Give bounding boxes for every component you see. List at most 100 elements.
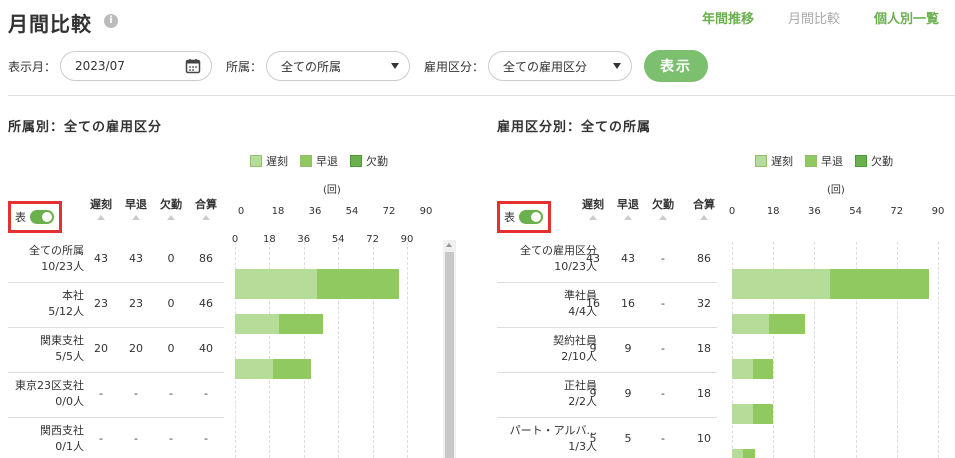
emp-select[interactable]: 全ての雇用区分 [488,51,633,81]
axis-tick-label: 0 [237,206,245,217]
row-name: 全ての所属 [29,244,84,257]
calendar-icon[interactable] [185,58,201,74]
row-total-value: 10 [697,432,711,445]
bar-late[interactable] [732,359,753,379]
table-row[interactable]: 本社 5/12人 23 23 0 46 [8,283,224,328]
row-absent-value: - [661,342,665,355]
row-late-value: - [99,387,103,400]
table-row[interactable]: 全ての所属 10/23人 43 43 0 86 [8,238,224,283]
bar-early[interactable] [278,314,323,334]
legend-item[interactable]: 早退 [300,153,338,169]
table-row[interactable]: 正社員 2/2人 9 9-18 [497,373,717,418]
scroll-up-icon[interactable] [446,243,452,247]
table-row[interactable]: 関東支社 5/5人 20 20 0 40 [8,328,224,373]
axis-tick-label: 90 [931,206,945,217]
row-absent-value: - [169,387,173,400]
bar-early[interactable] [768,314,806,334]
legend-item[interactable]: 遅刻 [250,153,288,169]
dept-select[interactable]: 全ての所属 [266,51,411,81]
table-row[interactable]: パート・アルバ... 1/3人 5 5-10 [497,418,717,458]
chart-scrollbar[interactable] [443,240,456,458]
column-header[interactable]: 合算 [689,196,719,220]
filter-row: 表示月： 2023/07 所属： 全ての所属 雇用区分： 全ての雇用区分 表示 [8,50,709,82]
column-header[interactable]: 遅刻 [578,196,608,220]
row-early-value: 20 [129,342,143,355]
legend-swatch [855,155,867,167]
bar-late[interactable] [235,359,274,379]
bar-late[interactable] [235,314,279,334]
bar-late[interactable] [732,404,753,424]
month-picker[interactable]: 2023/07 [60,51,213,81]
column-header-label: 遅刻 [90,198,112,211]
row-early-value: 16 [621,297,635,310]
column-header[interactable]: 欠勤 [156,196,186,220]
legend-item[interactable]: 遅刻 [755,153,793,169]
table-row[interactable]: 関西支社 0/1人 - - - - [8,418,224,458]
nav-monthly-compare[interactable]: 月間比較 [788,8,840,27]
legend-item[interactable]: 早退 [805,153,843,169]
column-header[interactable]: 早退 [121,196,151,220]
sort-icon [97,215,105,220]
month-value: 2023/07 [75,59,125,73]
row-total-value: 32 [697,297,711,310]
column-header[interactable]: 合算 [191,196,221,220]
row-late-value: 5 [589,432,597,445]
divider [8,95,955,96]
table-row[interactable]: 東京23区支社 0/0人 - - - - [8,373,224,418]
table-toggle-switch[interactable] [30,210,54,224]
table-toggle-box[interactable]: 表 [497,201,551,233]
legend-item[interactable]: 欠勤 [350,153,388,169]
bar-late[interactable] [732,449,744,458]
row-total-value: 18 [697,387,711,400]
row-absent-value: - [169,432,173,445]
row-absent-value: - [661,387,665,400]
table-toggle-box[interactable]: 表 [8,201,62,233]
bar-late[interactable] [732,314,769,334]
nav-annual-trend[interactable]: 年間推移 [702,8,754,27]
bar-late[interactable] [732,269,831,299]
row-total-value: 18 [697,342,711,355]
column-header[interactable]: 遅刻 [86,196,116,220]
sort-icon [132,215,140,220]
sort-icon [624,215,632,220]
row-late-value: 9 [589,342,597,355]
table-row[interactable]: 全ての雇用区分 10/23人 43 43-86 [497,238,717,283]
bar-early[interactable] [752,359,774,379]
row-count: 5/12人 [48,305,84,318]
row-early-value: 9 [624,387,632,400]
emp-label: 雇用区分： [424,59,485,74]
row-count: 0/0人 [55,395,84,408]
gridline [938,242,939,458]
bar-early[interactable] [273,359,312,379]
chart-legend: 遅刻 早退 欠勤 [250,153,388,169]
bar-early[interactable] [317,269,400,299]
axis-tick-label: 72 [382,206,396,217]
row-early-value: 43 [129,252,143,265]
bar-late[interactable] [235,269,318,299]
column-header[interactable]: 早退 [613,196,643,220]
table-toggle-switch[interactable] [519,210,543,224]
table-row[interactable]: 準社員 4/4人 16 16-32 [497,283,717,328]
bar-early[interactable] [743,449,755,458]
info-icon[interactable]: i [104,14,118,28]
show-button[interactable]: 表示 [644,50,709,82]
month-label: 表示月： [8,59,57,74]
emp-panel: 雇用区分別：全ての所属 遅刻 早退 欠勤 (回) 表遅刻 早退 欠勤 合算 0 18 36 54 72 9… [497,108,955,458]
table-row[interactable]: 契約社員 2/10人 9 9-18 [497,328,717,373]
legend-item[interactable]: 欠勤 [855,153,893,169]
legend-label: 遅刻 [266,155,288,168]
nav-individual-list[interactable]: 個人別一覧 [874,8,939,27]
row-name-cell: 全ての所属 10/23人 [8,243,84,275]
column-header[interactable]: 欠勤 [648,196,678,220]
top-nav: 年間推移 月間比較 個人別一覧 [702,8,939,27]
chevron-down-icon [613,63,622,69]
row-early-value: 43 [621,252,635,265]
bar-early[interactable] [752,404,774,424]
axis-tick-label: 0 [728,206,736,217]
scroll-thumb[interactable] [445,252,454,458]
bar-early[interactable] [830,269,929,299]
row-name-cell: 関西支社 0/1人 [8,423,84,455]
page-title: 月間比較 [8,12,92,36]
legend-label: 遅刻 [771,155,793,168]
dept-label: 所属： [226,59,263,74]
